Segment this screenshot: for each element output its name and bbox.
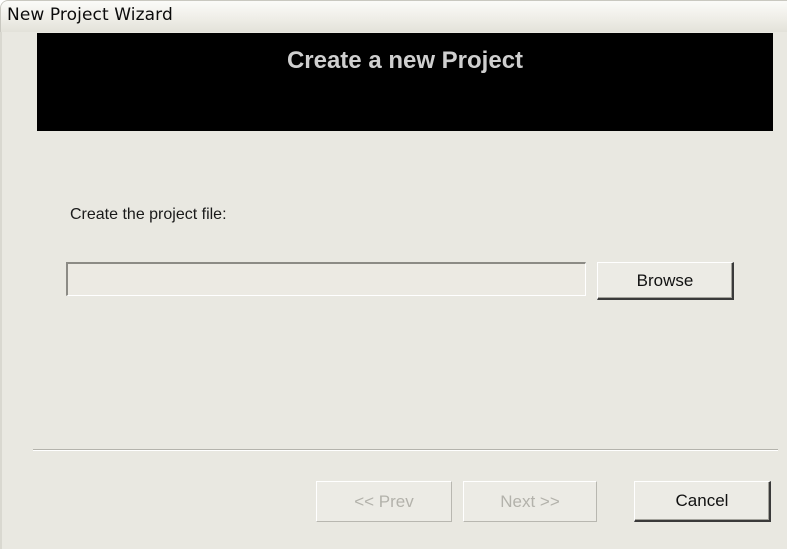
next-button[interactable]: Next >> — [463, 481, 597, 522]
banner-heading: Create a new Project — [286, 47, 524, 74]
window-title: New Project Wizard — [7, 5, 173, 25]
project-file-path-input[interactable] — [66, 262, 586, 296]
header-banner: Create a new Project — [37, 33, 773, 131]
browse-button[interactable]: Browse — [597, 262, 734, 300]
footer-separator — [33, 449, 778, 451]
prev-button[interactable]: << Prev — [316, 481, 452, 522]
cancel-button[interactable]: Cancel — [634, 481, 771, 522]
project-file-label: Create the project file: — [70, 206, 227, 223]
window-left-border — [0, 32, 2, 549]
title-bar[interactable]: New Project Wizard — [0, 0, 787, 32]
new-project-wizard-window: New Project Wizard Create a new Project … — [0, 0, 787, 549]
